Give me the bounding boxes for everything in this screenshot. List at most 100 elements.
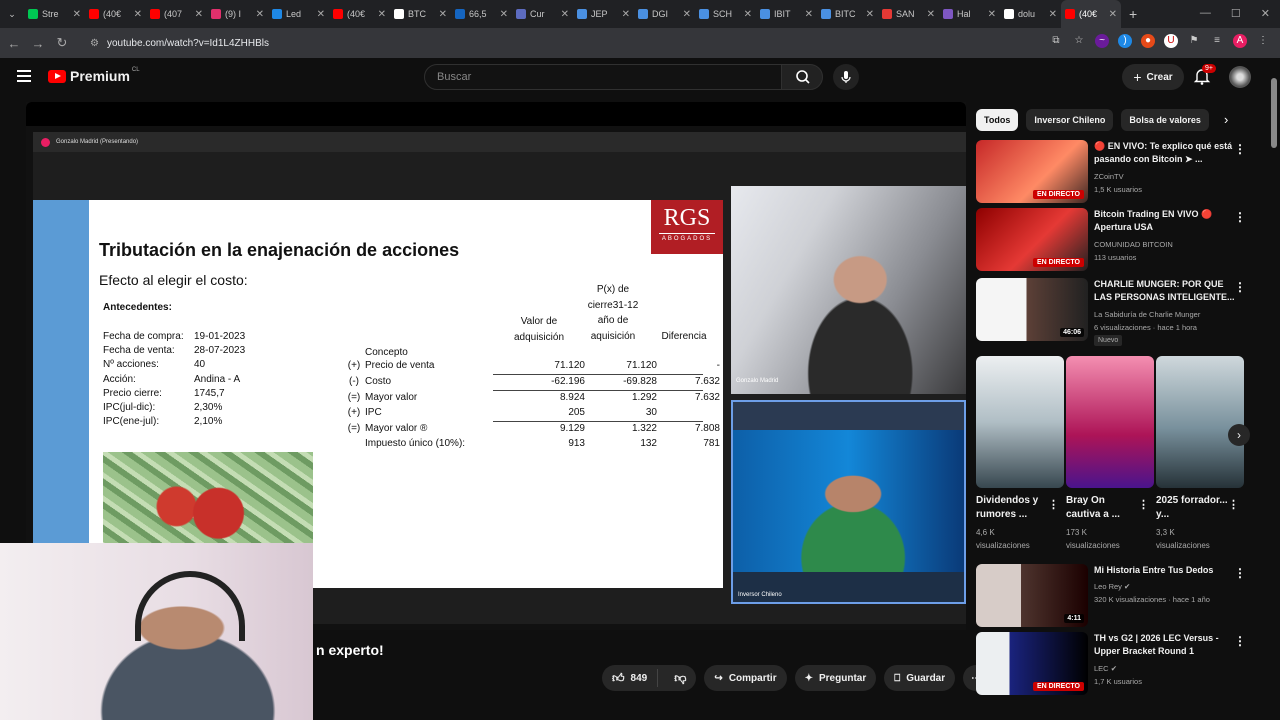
close-tab-icon[interactable]: ✕	[256, 9, 264, 20]
search-button[interactable]	[781, 64, 823, 90]
browser-tab[interactable]: dolu ✕	[1000, 0, 1061, 28]
more-options-icon[interactable]: ⋮	[1138, 498, 1149, 511]
create-button[interactable]: + Crear	[1122, 64, 1184, 90]
video-title[interactable]: Bitcoin Trading EN VIVO 🔴 Apertura USA	[1094, 208, 1239, 233]
more-options-icon[interactable]: ⋮	[1234, 210, 1246, 224]
close-tab-icon[interactable]: ✕	[317, 9, 325, 20]
video-thumbnail[interactable]: EN DIRECTO	[976, 208, 1088, 271]
more-options-icon[interactable]: ⋮	[1234, 566, 1246, 580]
search-input[interactable]: Buscar	[424, 64, 782, 90]
close-tab-icon[interactable]: ✕	[378, 9, 386, 20]
more-options-icon[interactable]: ⋮	[1234, 280, 1246, 294]
profile-avatar[interactable]: A	[1233, 34, 1247, 48]
maximize-icon[interactable]: ☐	[1231, 7, 1241, 20]
close-tab-icon[interactable]: ✕	[500, 9, 508, 20]
browser-menu-icon[interactable]: ⋮	[1256, 34, 1270, 48]
browser-tab[interactable]: (40€ ✕	[329, 0, 390, 28]
browser-tab[interactable]: (407 ✕	[146, 0, 207, 28]
reload-icon[interactable]: ↻	[50, 35, 74, 51]
channel-name[interactable]: LEC ✔	[1094, 664, 1117, 673]
related-video[interactable]: 46:06 CHARLIE MUNGER: POR QUE LAS PERSON…	[976, 278, 1266, 346]
browser-tab[interactable]: Led ✕	[268, 0, 329, 28]
browser-tab[interactable]: IBIT ✕	[756, 0, 817, 28]
scrollbar-thumb[interactable]	[1271, 78, 1277, 148]
close-tab-icon[interactable]: ✕	[195, 9, 203, 20]
close-tab-icon[interactable]: ✕	[622, 9, 630, 20]
share-button[interactable]: ↪ Compartir	[704, 665, 787, 691]
voice-search-button[interactable]	[833, 64, 859, 90]
extension-icon[interactable]: U	[1164, 34, 1178, 48]
extension-icon[interactable]: ~	[1095, 34, 1109, 48]
browser-tab[interactable]: (40€ ✕	[1061, 0, 1121, 28]
channel-name[interactable]: ZCoinTV	[1094, 172, 1124, 181]
close-tab-icon[interactable]: ✕	[683, 9, 691, 20]
short-title[interactable]: Dividendos y rumores ...	[976, 494, 1048, 522]
video-title[interactable]: TH vs G2 | 2026 LEC Versus - Upper Brack…	[1094, 632, 1239, 657]
related-video[interactable]: 4:11 Mi Historia Entre Tus Dedos Leo Rey…	[976, 564, 1266, 628]
browser-tab[interactable]: JEP ✕	[573, 0, 634, 28]
shorts-next-button[interactable]: ›	[1228, 424, 1250, 446]
browser-tab[interactable]: Cur ✕	[512, 0, 573, 28]
reading-list-icon[interactable]: ≡	[1210, 34, 1224, 48]
browser-tab[interactable]: Hal ✕	[939, 0, 1000, 28]
short-thumbnail[interactable]	[1066, 356, 1154, 488]
close-tab-icon[interactable]: ✕	[805, 9, 813, 20]
browser-tab[interactable]: 66,5 ✕	[451, 0, 512, 28]
ask-button[interactable]: ✦ Preguntar	[794, 665, 877, 691]
close-tab-icon[interactable]: ✕	[744, 9, 752, 20]
new-tab-button[interactable]: +	[1121, 0, 1145, 28]
related-video[interactable]: EN DIRECTO TH vs G2 | 2026 LEC Versus - …	[976, 632, 1266, 696]
related-video[interactable]: EN DIRECTO 🔴 EN VIVO: Te explico qué est…	[976, 140, 1266, 204]
save-button[interactable]: ⎕ Guardar	[884, 665, 956, 691]
close-tab-icon[interactable]: ✕	[73, 9, 81, 20]
chip-inversor-chileno[interactable]: Inversor Chileno	[1026, 109, 1114, 131]
video-title[interactable]: Mi Historia Entre Tus Dedos	[1094, 564, 1239, 577]
youtube-logo[interactable]: Premium CL	[48, 67, 140, 84]
close-tab-icon[interactable]: ✕	[561, 9, 569, 20]
short-thumbnail[interactable]	[1156, 356, 1244, 488]
chip-todos[interactable]: Todos	[976, 109, 1019, 131]
video-thumbnail[interactable]: 46:06	[976, 278, 1088, 341]
browser-tab[interactable]: (40€ ✕	[85, 0, 146, 28]
close-tab-icon[interactable]: ✕	[134, 9, 142, 20]
extension-icon[interactable]: ●	[1141, 34, 1155, 48]
close-tab-icon[interactable]: ✕	[1049, 9, 1057, 20]
channel-name[interactable]: Leo Rey ✔	[1094, 582, 1130, 591]
chip-bolsa-de-valores[interactable]: Bolsa de valores	[1121, 109, 1209, 131]
bookmark-star-icon[interactable]: ☆	[1072, 34, 1086, 48]
like-button[interactable]: 👍︎ 849	[602, 669, 659, 687]
account-avatar[interactable]	[1229, 66, 1251, 88]
more-options-icon[interactable]: ⋮	[1234, 634, 1246, 648]
more-options-icon[interactable]: ⋮	[1234, 142, 1246, 156]
video-title[interactable]: 🔴 EN VIVO: Te explico qué está pasando c…	[1094, 140, 1239, 165]
more-options-icon[interactable]: ⋮	[1228, 498, 1239, 511]
url-field[interactable]: ⚙ youtube.com/watch?v=Id1L4ZHHBls	[80, 32, 1180, 54]
tab-list-button[interactable]: ⌄	[0, 0, 24, 28]
close-window-icon[interactable]: ✕	[1261, 7, 1270, 20]
channel-name[interactable]: COMUNIDAD BITCOIN	[1094, 240, 1173, 249]
video-thumbnail[interactable]: EN DIRECTO	[976, 632, 1088, 695]
short-title[interactable]: 2025 forrador... y...	[1156, 494, 1228, 522]
video-thumbnail[interactable]: 4:11	[976, 564, 1088, 627]
channel-name[interactable]: La Sabiduría de Charlie Munger	[1094, 310, 1200, 319]
extensions-puzzle-icon[interactable]: ⚑	[1187, 34, 1201, 48]
close-tab-icon[interactable]: ✕	[927, 9, 935, 20]
menu-hamburger-icon[interactable]	[17, 70, 31, 82]
chevron-right-icon[interactable]: ›	[1224, 112, 1228, 127]
browser-tab[interactable]: SAN ✕	[878, 0, 939, 28]
close-tab-icon[interactable]: ✕	[439, 9, 447, 20]
browser-tab[interactable]: Stre ✕	[24, 0, 85, 28]
browser-tab[interactable]: BTC ✕	[390, 0, 451, 28]
install-icon[interactable]: ⧉	[1049, 34, 1063, 48]
more-options-icon[interactable]: ⋮	[1048, 498, 1059, 511]
back-icon[interactable]: ←	[2, 36, 26, 51]
extension-icon[interactable]: )	[1118, 34, 1132, 48]
video-thumbnail[interactable]: EN DIRECTO	[976, 140, 1088, 203]
close-tab-icon[interactable]: ✕	[988, 9, 996, 20]
browser-tab[interactable]: DGI ✕	[634, 0, 695, 28]
forward-icon[interactable]: →	[26, 36, 50, 51]
short-title[interactable]: Bray On cautiva a ...	[1066, 494, 1138, 522]
browser-tab[interactable]: SCH ✕	[695, 0, 756, 28]
close-tab-icon[interactable]: ✕	[1109, 9, 1117, 20]
short-thumbnail[interactable]	[976, 356, 1064, 488]
